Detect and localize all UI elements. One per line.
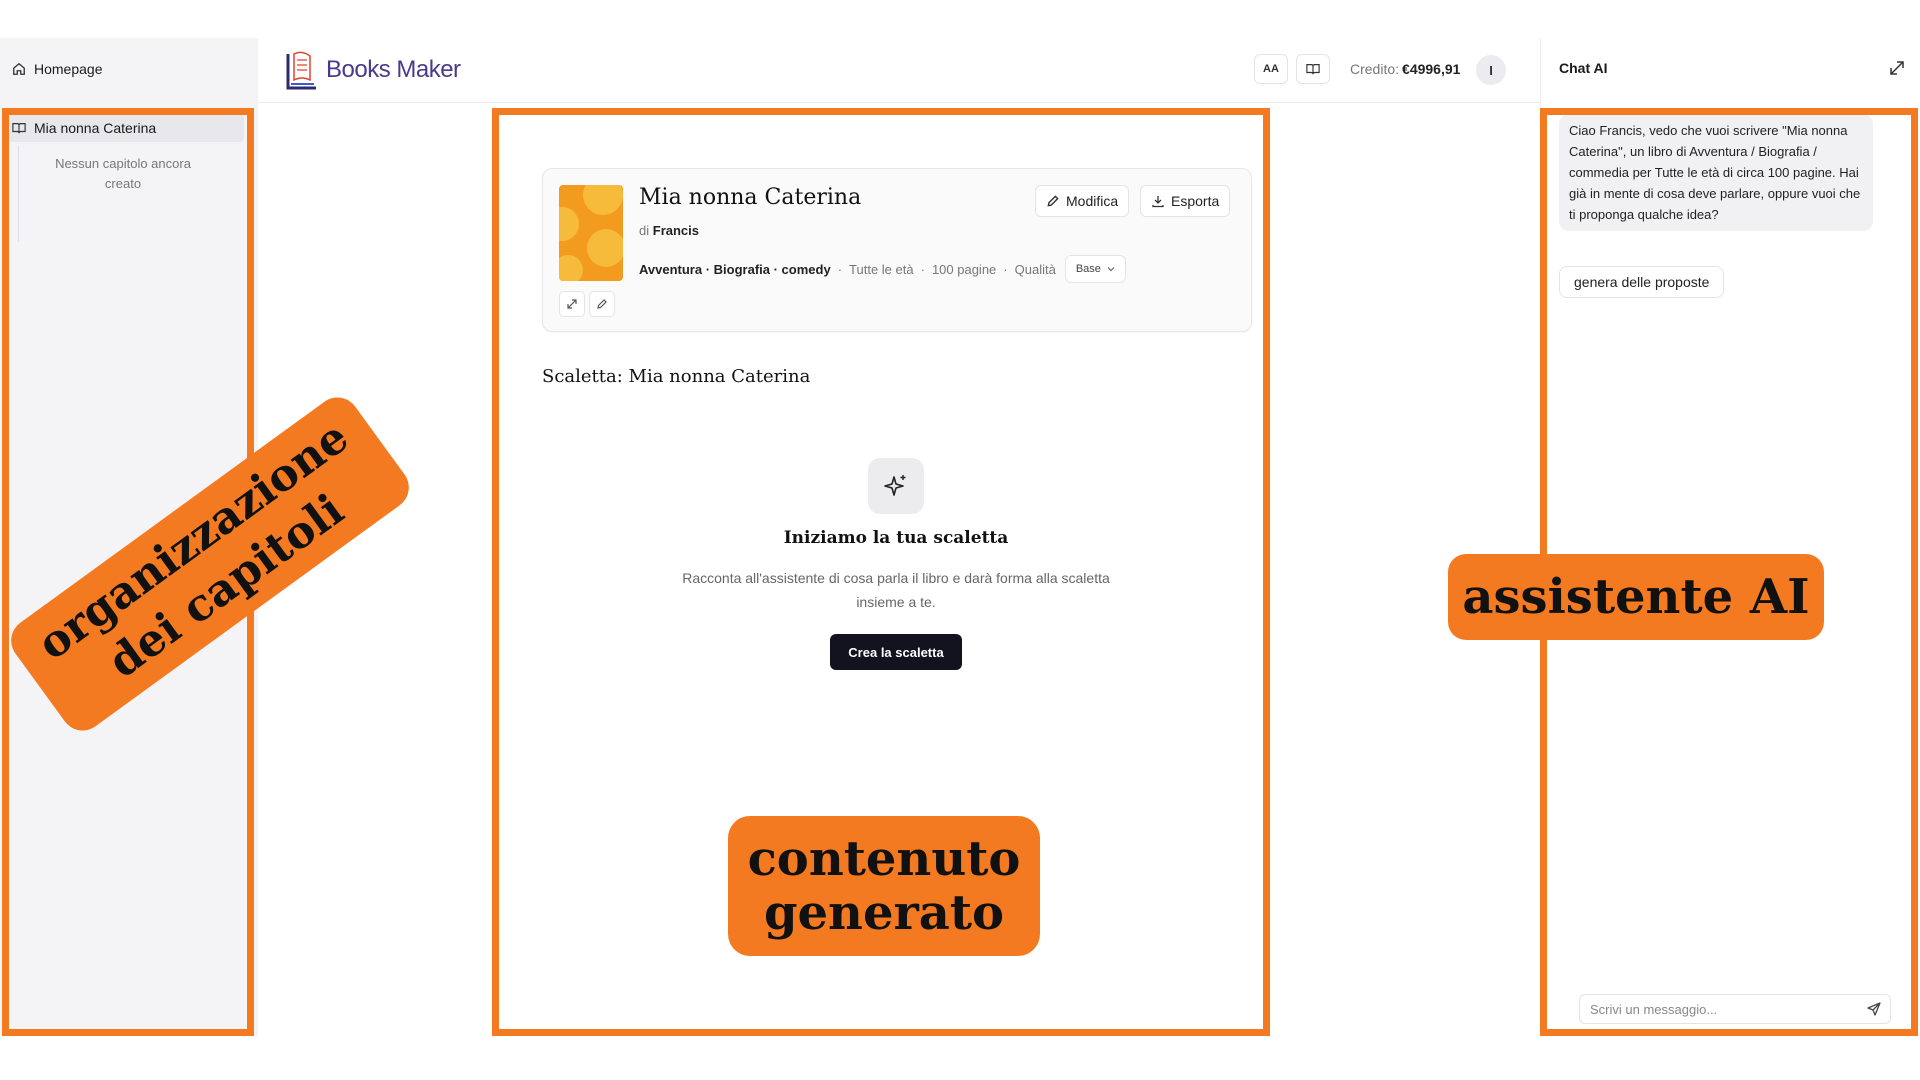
font-size-button[interactable]: AA — [1254, 54, 1288, 84]
chat-title: Chat AI — [1559, 60, 1608, 76]
sidebar-book-label: Mia nonna Caterina — [34, 120, 157, 136]
expand-icon[interactable] — [1887, 58, 1907, 78]
book-cover[interactable] — [559, 185, 623, 281]
credit-display: Credito: €4996,91 — [1350, 61, 1460, 77]
home-icon — [13, 62, 25, 75]
chat-input-box — [1579, 994, 1891, 1024]
book-open-icon — [12, 123, 26, 134]
annotation-content-line2: generato — [763, 885, 1005, 941]
export-button[interactable]: Esporta — [1140, 185, 1231, 217]
book-card: Mia nonna Caterina di Francis Avventura … — [542, 168, 1252, 332]
book-genres: Avventura · Biografia · comedy — [639, 261, 831, 277]
pencil-icon — [1047, 195, 1059, 207]
sparkles-icon — [884, 475, 906, 496]
top-bar: Books Maker AA Credito: €4996,91 I — [258, 38, 1540, 103]
homepage-label: Homepage — [34, 61, 103, 77]
assistant-message: Ciao Francis, vedo che vuoi scrivere "Mi… — [1559, 114, 1873, 231]
books-logo-icon — [286, 51, 316, 90]
sparkles-icon-box — [868, 458, 924, 514]
empty-outline-description: Racconta all'assistente di cosa parla il… — [682, 570, 1110, 610]
pencil-icon — [597, 299, 607, 309]
send-icon[interactable] — [1866, 1001, 1882, 1017]
avatar[interactable]: I — [1476, 55, 1506, 85]
logo-text: Books Maker — [326, 56, 461, 83]
book-open-icon — [1306, 64, 1320, 75]
edit-cover-button[interactable] — [589, 291, 615, 317]
edit-button[interactable]: Modifica — [1035, 185, 1130, 217]
homepage-link[interactable]: Homepage — [0, 38, 258, 100]
author-name: Francis — [652, 223, 699, 238]
download-icon — [1152, 196, 1164, 208]
avatar-initial: I — [1489, 62, 1493, 78]
book-author: di Francis — [639, 223, 699, 238]
sidebar-item-book[interactable]: Mia nonna Caterina — [8, 114, 244, 142]
edit-label: Modifica — [1066, 193, 1119, 209]
create-outline-button[interactable]: Crea la scaletta — [830, 634, 962, 670]
chat-panel: Chat AI Ciao Francis, vedo che vuoi scri… — [1540, 38, 1920, 1036]
book-meta: Avventura · Biografia · comedy · Tutte l… — [639, 255, 1126, 283]
expand-icon — [567, 299, 577, 309]
tree-line — [18, 146, 19, 242]
message-input[interactable] — [1588, 1000, 1852, 1018]
credit-label: Credito: — [1350, 61, 1400, 77]
quality-select[interactable]: Base — [1064, 255, 1126, 283]
create-outline-label: Crea la scaletta — [848, 644, 944, 660]
book-title: Mia nonna Caterina — [639, 185, 862, 210]
export-label: Esporta — [1171, 193, 1220, 209]
meta-separator: · — [1003, 261, 1008, 277]
annotation-content-line1: contenuto — [747, 831, 1021, 887]
credit-value: €4996,91 — [1402, 61, 1461, 77]
quality-value: Base — [1075, 263, 1101, 275]
chevron-down-icon — [1107, 267, 1115, 272]
outline-title: Scaletta: Mia nonna Caterina — [542, 366, 811, 387]
quality-label: Qualità — [1014, 261, 1056, 277]
annotation-content-label: contenuto generato — [728, 816, 1040, 956]
reader-view-button[interactable] — [1296, 54, 1330, 84]
author-prefix: di — [639, 223, 650, 238]
expand-cover-button[interactable] — [559, 291, 585, 317]
empty-chapters-text: Nessun capitolo ancora creato — [55, 156, 191, 191]
meta-separator: · — [837, 261, 843, 277]
logo[interactable]: Books Maker — [282, 48, 461, 92]
font-size-label: AA — [1263, 63, 1279, 75]
empty-outline-title: Iniziamo la tua scaletta — [783, 528, 1009, 548]
suggestion-chip[interactable]: genera delle proposte — [1559, 266, 1725, 298]
suggestion-label: genera delle proposte — [1574, 274, 1710, 290]
annotation-assistant-label: assistente AI — [1448, 554, 1824, 640]
book-age: Tutte le età — [849, 261, 914, 277]
meta-separator: · — [920, 261, 925, 277]
book-pages: 100 pagine — [931, 261, 997, 277]
